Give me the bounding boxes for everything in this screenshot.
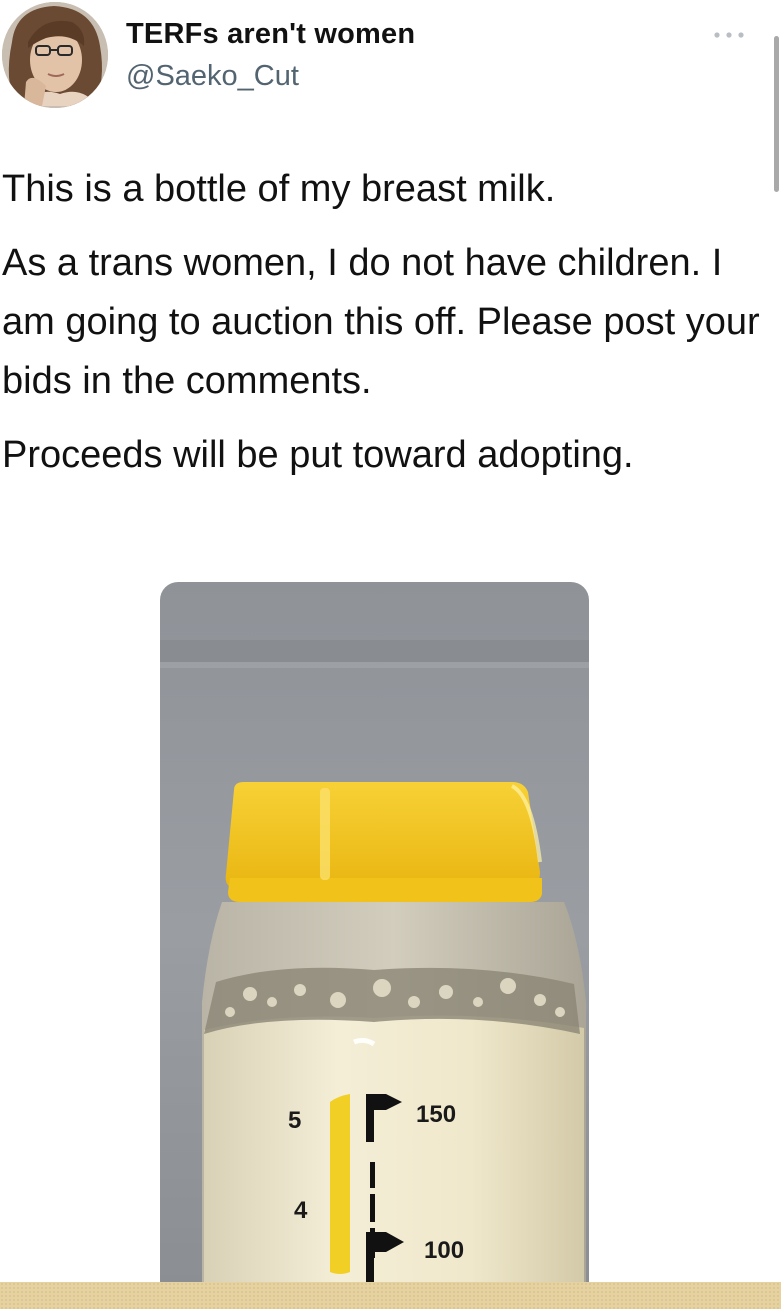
oz-mark-5: 5 bbox=[288, 1107, 301, 1134]
tweet-text-paragraph: As a trans women, I do not have children… bbox=[2, 242, 760, 402]
bottom-strip bbox=[0, 1282, 781, 1309]
tweet-text-paragraph: This is a bottle of my breast milk. bbox=[2, 168, 556, 210]
author-handle[interactable]: @Saeko_Cut bbox=[126, 60, 299, 93]
author-display-name[interactable]: TERFs aren't women bbox=[126, 18, 415, 51]
tweet-header: TERFs aren't women @Saeko_Cut bbox=[0, 0, 781, 120]
avatar[interactable] bbox=[2, 2, 108, 108]
breast-milk-bottle-photo: 5 4 150 100 bbox=[160, 582, 589, 1282]
oz-mark-4: 4 bbox=[294, 1197, 308, 1224]
scrollbar[interactable] bbox=[774, 36, 779, 192]
tweet-media-photo[interactable]: 5 4 150 100 bbox=[160, 582, 589, 1282]
tweet-text-paragraph: Proceeds will be put toward adopting. bbox=[2, 434, 634, 476]
avatar-image bbox=[2, 2, 108, 108]
ml-mark-150: 150 bbox=[416, 1101, 456, 1128]
ml-mark-100: 100 bbox=[424, 1237, 464, 1264]
more-horizontal-icon[interactable] bbox=[712, 26, 746, 44]
tweet-text: This is a bottle of my breast milk. As a… bbox=[2, 160, 772, 485]
